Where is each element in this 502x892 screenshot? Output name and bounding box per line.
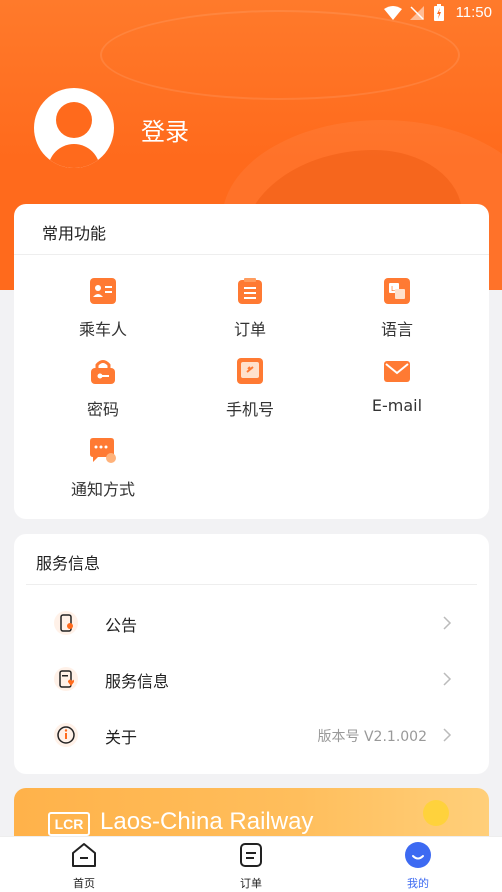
service-info-icon <box>54 667 78 691</box>
function-passenger[interactable]: 乘车人 <box>33 278 173 340</box>
function-label: 手机号 <box>225 400 274 419</box>
home-icon <box>72 843 96 867</box>
language-icon: L <box>384 278 410 304</box>
sun-icon <box>423 800 449 826</box>
profile-tab-icon <box>405 842 431 868</box>
password-icon <box>91 360 115 384</box>
order-tab-icon <box>240 843 262 867</box>
version-text: 版本号 V2.1.002 <box>317 729 427 745</box>
chevron-right-icon <box>443 728 452 742</box>
function-language[interactable]: L 语言 <box>327 278 467 340</box>
function-notification[interactable]: 通知方式 <box>33 438 173 500</box>
row-service-info[interactable]: 服务信息 <box>14 659 489 699</box>
chevron-right-icon <box>443 616 452 630</box>
banner-text: Laos-China Railway <box>100 808 314 835</box>
function-label: 乘车人 <box>78 320 127 339</box>
tab-orders[interactable]: 订单 <box>201 841 301 891</box>
svg-text:L: L <box>391 285 395 293</box>
function-label: 通知方式 <box>70 480 135 499</box>
tab-home[interactable]: 首页 <box>34 841 134 891</box>
function-email[interactable]: E-mail <box>327 358 467 415</box>
tab-label: 首页 <box>73 877 95 890</box>
function-label: 订单 <box>233 320 266 339</box>
divider <box>26 584 477 585</box>
lcr-logo: LCR <box>48 812 90 836</box>
avatar-body <box>48 144 100 168</box>
notification-icon <box>90 438 116 463</box>
row-announcement[interactable]: 公告 <box>14 603 489 643</box>
info-icon <box>54 723 78 747</box>
avatar[interactable] <box>34 88 114 168</box>
tab-label: 订单 <box>240 877 262 890</box>
function-phone[interactable]: 手机号 <box>180 358 320 420</box>
battery-icon <box>434 4 444 21</box>
status-bar: 11:50 <box>0 0 502 28</box>
row-about[interactable]: 关于 版本号 V2.1.002 <box>14 715 489 755</box>
avatar-head <box>56 102 92 138</box>
phone-icon <box>237 358 263 384</box>
row-label: 服务信息 <box>105 672 170 691</box>
card-title: 服务信息 <box>36 554 101 573</box>
function-label: 密码 <box>86 400 119 419</box>
email-icon <box>384 361 410 382</box>
announcement-icon <box>54 611 78 635</box>
tab-label: 我的 <box>407 877 429 890</box>
chevron-right-icon <box>443 672 452 686</box>
tab-profile[interactable]: 我的 <box>368 841 468 891</box>
signal-icon <box>410 6 424 20</box>
card-title: 常用功能 <box>42 224 107 243</box>
row-label: 公告 <box>105 616 138 635</box>
function-label: E-mail <box>371 396 423 415</box>
common-functions-card: 常用功能 乘车人 订单 L 语言 密码 手机号 E-mail 通知方式 <box>14 204 489 519</box>
service-info-card: 服务信息 公告 服务信息 关于 版本号 V2.1.002 <box>14 534 489 774</box>
status-time: 11:50 <box>455 4 492 21</box>
function-label: 语言 <box>380 320 413 339</box>
bottom-tab-bar: 首页 订单 我的 <box>0 836 502 892</box>
passenger-icon <box>90 278 116 304</box>
order-icon <box>238 278 262 304</box>
divider <box>14 254 489 255</box>
function-order[interactable]: 订单 <box>180 278 320 340</box>
login-button[interactable]: 登录 <box>141 112 189 147</box>
row-label: 关于 <box>105 728 138 747</box>
function-password[interactable]: 密码 <box>33 358 173 420</box>
wifi-icon <box>384 6 402 20</box>
